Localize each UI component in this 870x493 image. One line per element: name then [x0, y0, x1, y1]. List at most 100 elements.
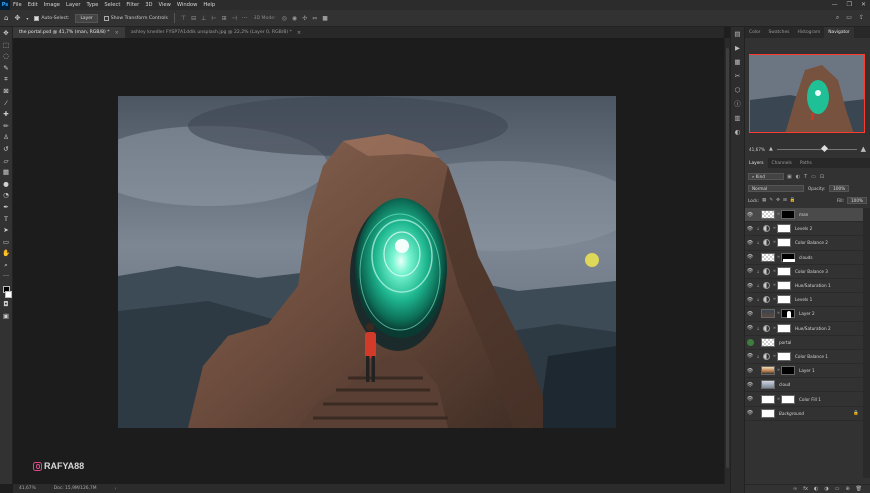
- brush-settings-icon[interactable]: ▦: [734, 58, 740, 66]
- layer-mask-thumbnail[interactable]: [781, 252, 795, 262]
- align-bottom-icon[interactable]: ⊥: [201, 15, 206, 22]
- lock-artboard-icon[interactable]: ⊞: [783, 198, 787, 203]
- layer-row[interactable]: 👁 ↓ ∞ Color Balance 2: [745, 236, 863, 251]
- lock-all-icon[interactable]: 🔒: [790, 198, 796, 203]
- layer-mask-thumbnail[interactable]: [777, 281, 791, 291]
- search-icon[interactable]: ⌕: [836, 14, 839, 22]
- auto-select-checkbox[interactable]: Auto-Select:: [34, 15, 69, 21]
- eraser-tool-icon[interactable]: ▱: [4, 157, 9, 167]
- layer-mask-thumbnail[interactable]: [781, 366, 795, 376]
- layer-row[interactable]: 👁 ∞ man: [745, 208, 863, 223]
- layer-name[interactable]: Color Balance 3: [795, 269, 828, 274]
- fx-icon[interactable]: fx: [803, 486, 808, 492]
- type-tool-icon[interactable]: T: [4, 215, 8, 225]
- layer-thumbnail[interactable]: [761, 309, 775, 319]
- tab-swatches[interactable]: Swatches: [764, 27, 793, 38]
- align-right-icon[interactable]: ⊣: [232, 15, 237, 22]
- layer-name[interactable]: Color Balance 2: [795, 240, 828, 245]
- layer-row[interactable]: 👁 ↓ ∞ Color Balance 3: [745, 265, 863, 279]
- zoom-level[interactable]: 41,67%: [19, 486, 36, 491]
- layer-thumbnail[interactable]: [761, 408, 775, 418]
- eye-icon[interactable]: 👁: [745, 226, 755, 232]
- layer-name[interactable]: Hue/Saturation 2: [795, 326, 831, 331]
- more-options-icon[interactable]: ···: [242, 15, 248, 22]
- chevron-down-icon[interactable]: ▾: [26, 16, 28, 21]
- auto-select-dropdown[interactable]: Layer: [75, 13, 98, 23]
- info-icon[interactable]: ⓘ: [734, 100, 741, 108]
- layer-name[interactable]: Levels 2: [795, 226, 812, 231]
- tab-ashley-knedler[interactable]: ashley knedler FYSP7A1ddik unsplash.jpg …: [125, 27, 307, 38]
- quick-select-tool-icon[interactable]: ✎: [3, 64, 8, 74]
- slide-icon[interactable]: ⇔: [312, 15, 317, 22]
- pen-tool-icon[interactable]: ✒: [3, 203, 8, 213]
- filter-pixel-icon[interactable]: ▣: [787, 174, 792, 180]
- layer-row[interactable]: 👁 ↓ ∞ Color Balance 1: [745, 350, 863, 365]
- link-layers-icon[interactable]: ∞: [793, 486, 797, 492]
- menu-edit[interactable]: Edit: [25, 2, 41, 8]
- layers-scrollbar[interactable]: [863, 208, 870, 478]
- background-color-swatch[interactable]: [4, 291, 12, 299]
- frame-tool-icon[interactable]: ⊠: [3, 87, 8, 97]
- visibility-toggle-icon[interactable]: [746, 338, 754, 346]
- history-icon[interactable]: ▤: [734, 30, 740, 38]
- gradient-tool-icon[interactable]: ▦: [3, 168, 9, 178]
- layer-mask-thumbnail[interactable]: [777, 295, 791, 305]
- marquee-tool-icon[interactable]: ⬚: [3, 41, 9, 51]
- minimize-button[interactable]: —: [832, 1, 838, 8]
- scale-icon[interactable]: ■: [322, 15, 328, 22]
- tab-channels[interactable]: Channels: [768, 158, 796, 168]
- adjustments-icon[interactable]: ◐: [735, 128, 741, 136]
- shape-tool-icon[interactable]: ▭: [3, 238, 9, 248]
- layer-name[interactable]: Hue/Saturation 1: [795, 283, 831, 288]
- eye-icon[interactable]: 👁: [745, 382, 755, 388]
- eye-icon[interactable]: 👁: [745, 240, 755, 246]
- dodge-tool-icon[interactable]: ◔: [3, 191, 9, 201]
- lock-position-icon[interactable]: ✥: [776, 198, 780, 203]
- layer-thumbnail[interactable]: [761, 394, 775, 404]
- restore-button[interactable]: ❐: [847, 1, 852, 8]
- menu-file[interactable]: File: [10, 2, 25, 8]
- eye-icon[interactable]: 👁: [745, 325, 755, 331]
- layer-mask-thumbnail[interactable]: [781, 309, 795, 319]
- blend-mode-dropdown[interactable]: Normal: [748, 184, 804, 192]
- layer-mask-thumbnail[interactable]: [777, 323, 791, 333]
- align-middle-icon[interactable]: ⊟: [191, 15, 196, 22]
- canvas-workspace[interactable]: RAFYA88: [13, 38, 724, 484]
- layer-name[interactable]: portal: [779, 340, 791, 345]
- tab-the-portal[interactable]: the portal.psd @ 41,7% (man, RGB/8) * ×: [13, 27, 125, 38]
- layer-name[interactable]: cloud: [779, 382, 790, 387]
- layer-mask-thumbnail[interactable]: [781, 210, 795, 220]
- eye-icon[interactable]: 👁: [745, 268, 755, 274]
- layer-thumbnail[interactable]: [761, 252, 775, 262]
- zoom-tool-icon[interactable]: ⌕: [4, 261, 8, 271]
- eye-icon[interactable]: 👁: [745, 410, 755, 416]
- hand-tool-icon[interactable]: ✋: [2, 249, 10, 259]
- lasso-tool-icon[interactable]: ◌: [3, 52, 9, 62]
- path-select-icon[interactable]: ➤: [3, 226, 8, 236]
- tools-presets-icon[interactable]: ✂: [735, 72, 740, 80]
- layer-name[interactable]: man: [799, 212, 808, 217]
- history-brush-icon[interactable]: ↺: [3, 145, 8, 155]
- layer-name[interactable]: Levels 1: [795, 297, 812, 302]
- 3d-cube-icon[interactable]: ⬡: [735, 86, 741, 94]
- filter-smart-icon[interactable]: ⊡: [820, 174, 824, 180]
- menu-filter[interactable]: Filter: [123, 2, 142, 8]
- menu-view[interactable]: View: [156, 2, 174, 8]
- chevron-right-icon[interactable]: ›: [115, 486, 117, 492]
- layer-mask-thumbnail[interactable]: [777, 238, 791, 248]
- layer-thumbnail[interactable]: [761, 380, 775, 390]
- layer-thumbnail[interactable]: [761, 337, 775, 347]
- more-tools-icon[interactable]: ···: [3, 272, 9, 282]
- roll-icon[interactable]: ◉: [292, 15, 297, 22]
- layer-mask-thumbnail[interactable]: [781, 394, 795, 404]
- layer-thumbnail[interactable]: [761, 366, 775, 376]
- healing-brush-icon[interactable]: ✚: [3, 110, 8, 120]
- menu-select[interactable]: Select: [101, 2, 123, 8]
- layer-filter-dropdown[interactable]: ⌕ Kind: [748, 173, 784, 180]
- clone-stamp-icon[interactable]: ♙: [3, 133, 9, 143]
- filter-shape-icon[interactable]: ▭: [811, 174, 816, 180]
- layer-row[interactable]: 👁 ↓ ∞ Hue/Saturation 1: [745, 279, 863, 294]
- filter-adjustment-icon[interactable]: ◐: [796, 174, 800, 180]
- layer-row[interactable]: 👁 ∞ Layer 1: [745, 364, 863, 379]
- eye-icon[interactable]: 👁: [745, 311, 755, 317]
